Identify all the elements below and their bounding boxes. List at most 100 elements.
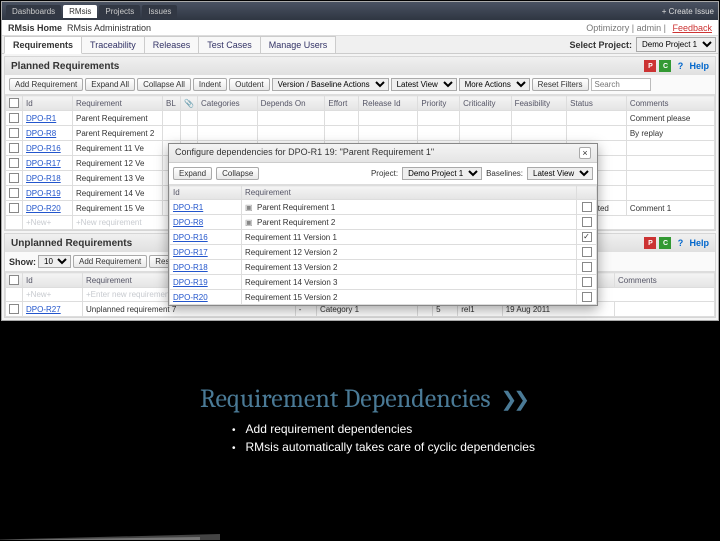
select-all-checkbox[interactable] [9, 98, 19, 108]
col-requirement[interactable]: Requirement [73, 96, 163, 111]
col-categories[interactable]: Categories [197, 96, 257, 111]
table-row[interactable]: DPO-R18Requirement 13 Version 2 [170, 260, 597, 275]
col-attach[interactable]: 📎 [181, 96, 198, 111]
planned-toolbar: Add Requirement Expand All Collapse All … [5, 75, 715, 95]
add-unplanned-button[interactable]: Add Requirement [73, 255, 147, 268]
table-row[interactable]: DPO-R17Requirement 12 Version 2 [170, 245, 597, 260]
row-checkbox[interactable] [9, 203, 19, 213]
table-row[interactable]: DPO-R20Requirement 15 Version 2 [170, 290, 597, 305]
row-checkbox[interactable] [9, 143, 19, 153]
row-checkbox[interactable] [9, 128, 19, 138]
csv-icon[interactable]: C [659, 60, 671, 72]
dependency-checkbox[interactable] [582, 277, 592, 287]
col-priority[interactable]: Priority [418, 96, 460, 111]
baseline-select[interactable]: Version / Baseline Actions [272, 78, 389, 91]
col-bl[interactable]: BL [163, 96, 181, 111]
mcol-id[interactable]: Id [170, 186, 242, 200]
select-all-unplanned[interactable] [9, 275, 19, 285]
tab-requirements[interactable]: Requirements [4, 36, 82, 54]
col-feasibility[interactable]: Feasibility [511, 96, 567, 111]
expand-all-button[interactable]: Expand All [85, 78, 135, 91]
col-status[interactable]: Status [567, 96, 627, 111]
dependency-checkbox[interactable] [582, 262, 592, 272]
indent-button[interactable]: Indent [193, 78, 227, 91]
col-id[interactable]: Id [23, 96, 73, 111]
tree-toggle-icon[interactable]: ▣ [245, 218, 255, 227]
modal-collapse-button[interactable]: Collapse [216, 167, 259, 180]
help-icon[interactable]: ? [674, 237, 686, 249]
modal-project-select[interactable]: Demo Project 1 [402, 167, 482, 180]
reset-filters-button[interactable]: Reset Filters [532, 78, 589, 91]
col-release[interactable]: Release Id [359, 96, 418, 111]
dependency-checkbox[interactable] [582, 232, 592, 242]
table-row[interactable]: DPO-R16Requirement 11 Version 1 [170, 230, 597, 245]
row-id[interactable]: DPO-R1 [23, 111, 73, 126]
ucol-comments[interactable]: Comments [615, 273, 715, 288]
dependency-checkbox[interactable] [582, 292, 592, 302]
pdf-icon[interactable]: P [644, 60, 656, 72]
help-label[interactable]: Help [689, 237, 709, 249]
collapse-all-button[interactable]: Collapse All [137, 78, 191, 91]
modal-baseline-select[interactable]: Latest View [527, 167, 593, 180]
row-checkbox[interactable] [9, 173, 19, 183]
row-id[interactable]: DPO-R8 [23, 126, 73, 141]
tree-toggle-icon[interactable]: ▣ [245, 203, 255, 212]
dependency-checkbox[interactable] [582, 202, 592, 212]
help-icon[interactable]: ? [674, 60, 686, 72]
more-actions-select[interactable]: More Actions [459, 78, 530, 91]
modal-row-id[interactable]: DPO-R20 [170, 290, 242, 305]
tab-manage-users[interactable]: Manage Users [260, 36, 337, 53]
unplanned-id[interactable]: DPO-R27 [23, 302, 83, 317]
col-criticality[interactable]: Criticality [460, 96, 512, 111]
tab-releases[interactable]: Releases [144, 36, 200, 53]
crumb-home[interactable]: RMsis Home [8, 23, 62, 33]
row-checkbox[interactable] [9, 304, 19, 314]
modal-row-id[interactable]: DPO-R18 [170, 260, 242, 275]
nav-dashboards[interactable]: Dashboards [6, 5, 61, 18]
row-id[interactable]: DPO-R18 [23, 171, 73, 186]
help-label[interactable]: Help [689, 60, 709, 72]
dependency-checkbox[interactable] [582, 247, 592, 257]
ucol-id[interactable]: Id [23, 273, 83, 288]
modal-row-id[interactable]: DPO-R19 [170, 275, 242, 290]
pdf-icon[interactable]: P [644, 237, 656, 249]
modal-row-id[interactable]: DPO-R16 [170, 230, 242, 245]
row-checkbox[interactable] [9, 188, 19, 198]
tab-traceability[interactable]: Traceability [81, 36, 145, 53]
row-id[interactable]: DPO-R19 [23, 186, 73, 201]
row-checkbox[interactable] [9, 158, 19, 168]
add-requirement-button[interactable]: Add Requirement [9, 78, 83, 91]
view-select[interactable]: Latest View [391, 78, 457, 91]
create-issue-link[interactable]: + Create Issue [662, 7, 714, 16]
tab-testcases[interactable]: Test Cases [198, 36, 261, 53]
col-effort[interactable]: Effort [325, 96, 359, 111]
modal-row-id[interactable]: DPO-R8 [170, 215, 242, 230]
close-icon[interactable]: × [579, 147, 591, 159]
col-depends[interactable]: Depends On [257, 96, 325, 111]
crumb-admin[interactable]: RMsis Administration [67, 23, 151, 33]
show-count-select[interactable]: 10 [38, 255, 71, 268]
col-comments[interactable]: Comments [626, 96, 714, 111]
outdent-button[interactable]: Outdent [229, 78, 269, 91]
table-row[interactable]: DPO-R19Requirement 14 Version 3 [170, 275, 597, 290]
project-select[interactable]: Demo Project 1 [636, 37, 716, 52]
dependency-checkbox[interactable] [582, 217, 592, 227]
csv-icon[interactable]: C [659, 237, 671, 249]
planned-search-input[interactable] [591, 78, 651, 91]
table-row[interactable]: DPO-R1Parent RequirementComment please [6, 111, 715, 126]
nav-issues[interactable]: Issues [142, 5, 177, 18]
row-id[interactable]: DPO-R17 [23, 156, 73, 171]
table-row[interactable]: DPO-R8▣Parent Requirement 2 [170, 215, 597, 230]
row-id[interactable]: DPO-R16 [23, 141, 73, 156]
mcol-req[interactable]: Requirement [242, 186, 577, 200]
table-row[interactable]: DPO-R1▣Parent Requirement 1 [170, 200, 597, 215]
table-row[interactable]: DPO-R8Parent Requirement 2By replay [6, 126, 715, 141]
row-checkbox[interactable] [9, 113, 19, 123]
modal-row-id[interactable]: DPO-R17 [170, 245, 242, 260]
modal-row-id[interactable]: DPO-R1 [170, 200, 242, 215]
nav-projects[interactable]: Projects [99, 5, 140, 18]
feedback-link[interactable]: Feedback [672, 23, 712, 33]
nav-rmsis[interactable]: RMsis [63, 5, 97, 18]
row-id[interactable]: DPO-R20 [23, 201, 73, 216]
modal-expand-button[interactable]: Expand [173, 167, 212, 180]
